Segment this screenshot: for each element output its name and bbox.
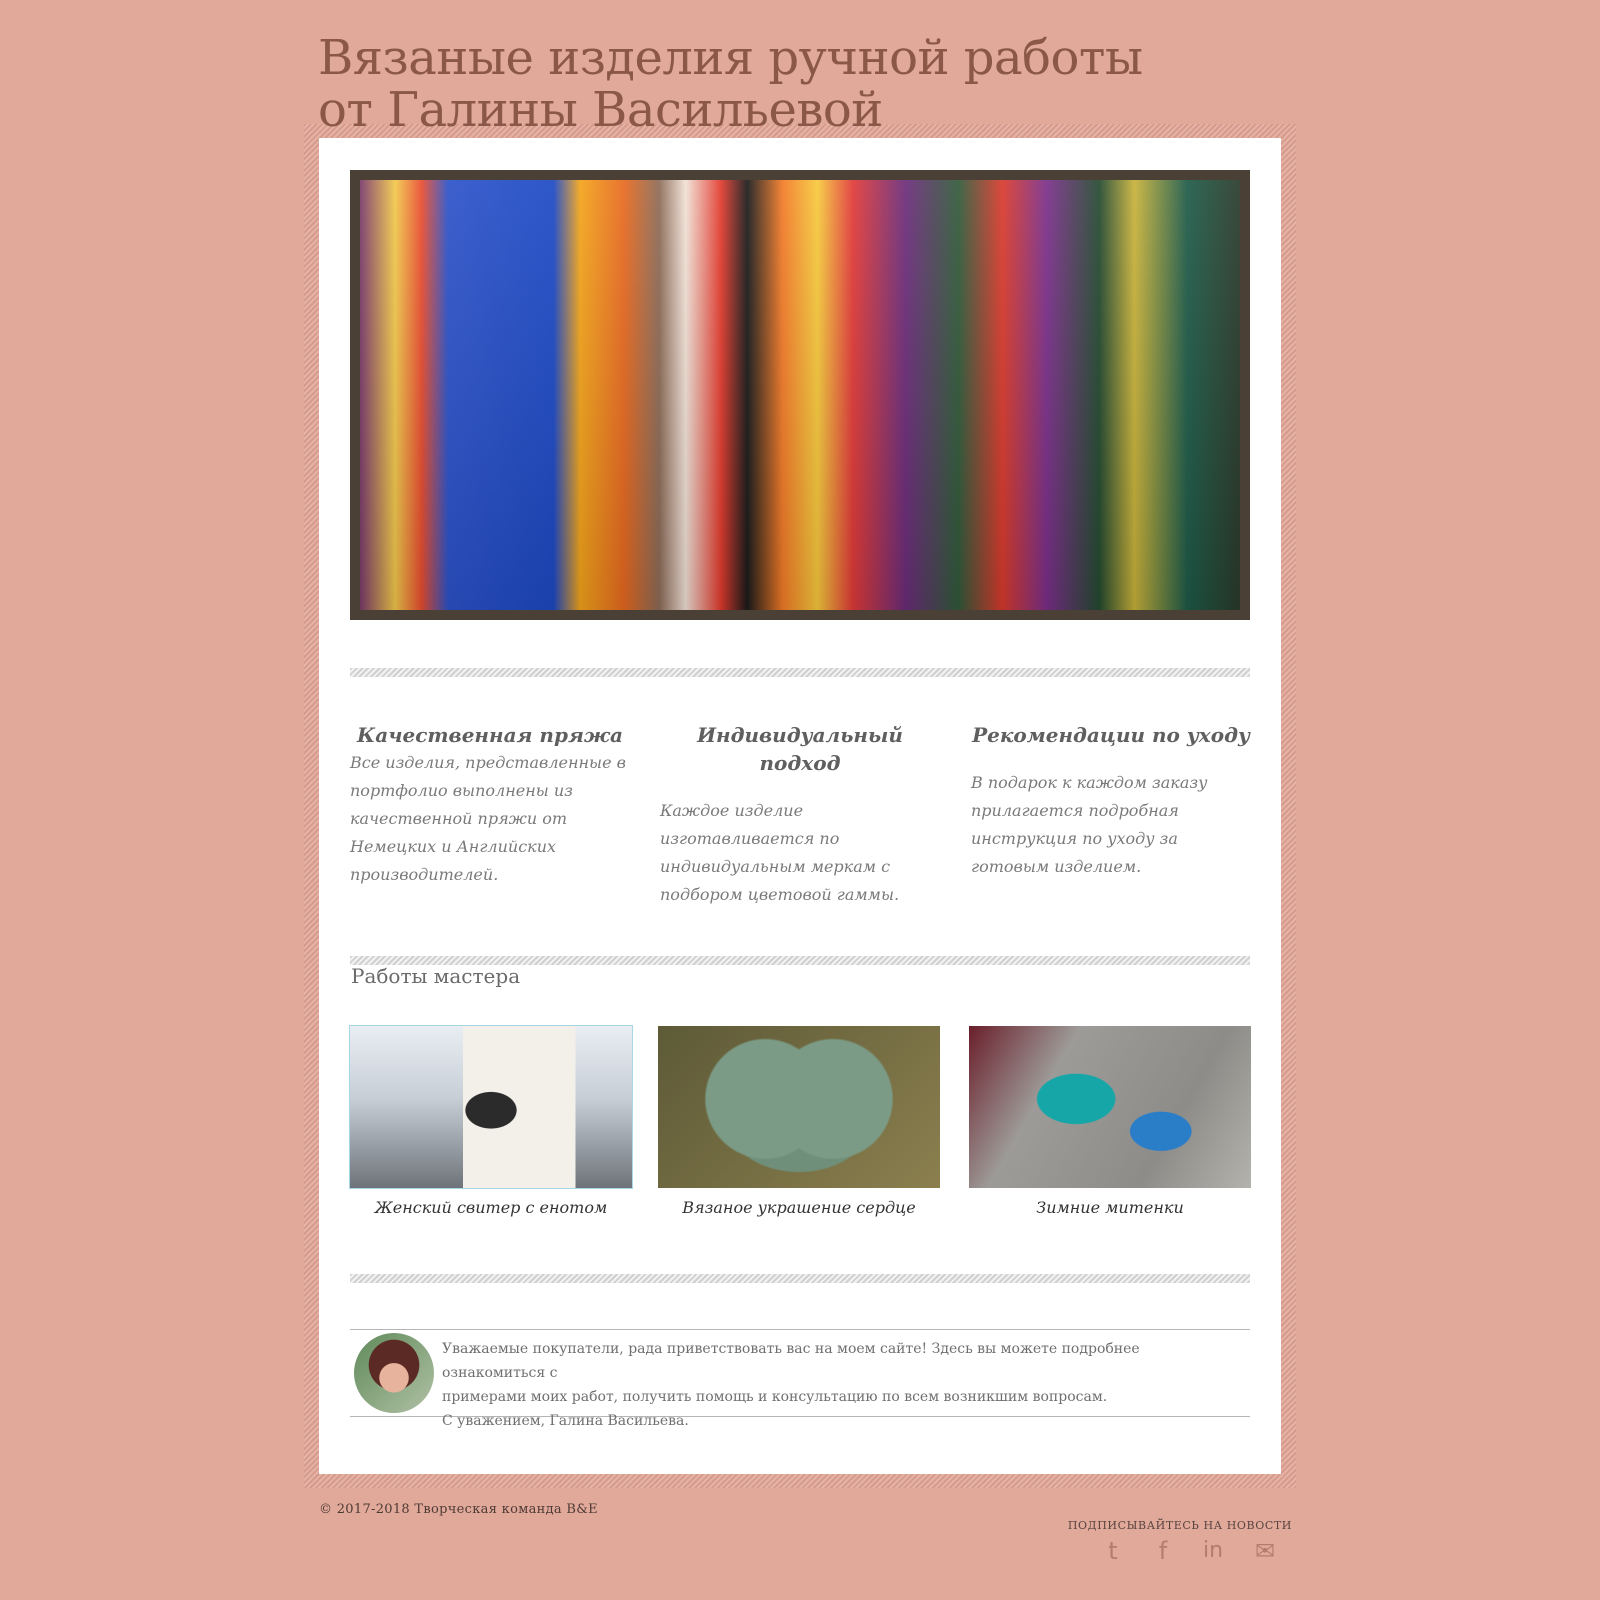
works-title: Работы мастера xyxy=(351,964,521,988)
greeting-line: Уважаемые покупатели, рада приветствоват… xyxy=(442,1341,1140,1381)
section-divider xyxy=(350,1274,1250,1283)
subscribe-label: ПОДПИСЫВАЙТЕСЬ НА НОВОСТИ xyxy=(1067,1519,1292,1532)
social-links: t f in ✉ xyxy=(1100,1537,1280,1565)
linkedin-icon[interactable]: in xyxy=(1200,1537,1226,1565)
greeting-text: Уважаемые покупатели, рада приветствоват… xyxy=(442,1337,1222,1433)
hero-image xyxy=(360,180,1240,610)
feature-text: Каждое изделие изготавливается по индиви… xyxy=(660,801,900,904)
facebook-icon[interactable]: f xyxy=(1150,1537,1176,1565)
site-title-line-1: Вязаные изделия ручной работы xyxy=(318,30,1143,86)
work-item-sweater[interactable]: Женский свитер с енотом xyxy=(349,1025,633,1220)
greeting-line: примерами моих работ, получить помощь и … xyxy=(442,1389,1108,1405)
work-image-mittens[interactable] xyxy=(969,1026,1251,1188)
copyright: © 2017-2018 Творческая команда B&E xyxy=(319,1502,598,1517)
feature-text: Все изделия, представленные в портфолио … xyxy=(350,753,626,884)
work-caption: Женский свитер с енотом xyxy=(374,1198,608,1217)
mail-icon[interactable]: ✉ xyxy=(1252,1537,1278,1565)
twitter-icon[interactable]: t xyxy=(1100,1537,1126,1565)
feature-text: В подарок к каждом заказу прилагается по… xyxy=(971,773,1208,876)
greeting-signature: С уважением, Галина Васильева. xyxy=(442,1413,689,1429)
content-panel: Качественная пряжа Все изделия, представ… xyxy=(319,138,1281,1474)
feature-quality-yarn: Качественная пряжа Все изделия, представ… xyxy=(350,721,630,889)
feature-title: Качественная пряжа xyxy=(357,723,623,747)
work-item-heart[interactable]: Вязаное украшение сердце xyxy=(658,1026,940,1220)
hero-image-frame xyxy=(350,170,1250,620)
avatar xyxy=(354,1333,434,1413)
feature-title: Индивидуальный подход xyxy=(697,723,903,775)
work-caption: Зимние митенки xyxy=(1036,1198,1184,1217)
site-title: Вязаные изделия ручной работы от Галины … xyxy=(318,32,1143,136)
work-image-sweater[interactable] xyxy=(349,1025,633,1189)
feature-title: Рекомендации по уходу xyxy=(972,723,1250,747)
site-title-line-2: от Галины Васильевой xyxy=(318,82,883,138)
work-image-heart[interactable] xyxy=(658,1026,940,1188)
work-item-mittens[interactable]: Зимние митенки xyxy=(969,1026,1251,1220)
section-divider xyxy=(350,668,1250,677)
greeting-block: Уважаемые покупатели, рада приветствоват… xyxy=(350,1329,1250,1429)
work-caption: Вязаное украшение сердце xyxy=(682,1198,916,1217)
feature-care-recommendations: Рекомендации по уходу В подарок к каждом… xyxy=(971,721,1251,881)
feature-individual-approach: Индивидуальный подход Каждое изделие изг… xyxy=(660,721,940,909)
